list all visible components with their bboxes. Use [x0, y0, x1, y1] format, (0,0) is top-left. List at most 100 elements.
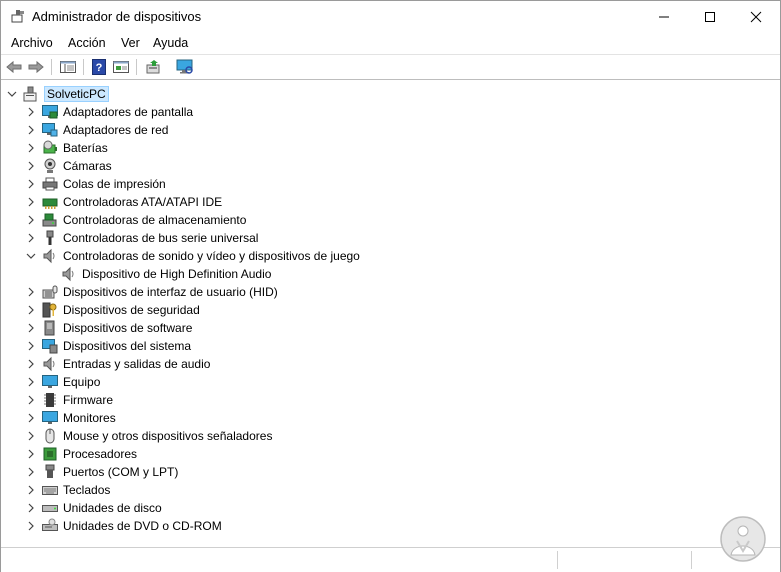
- chevron-right-icon[interactable]: [26, 103, 36, 121]
- speaker-icon: [42, 248, 58, 264]
- tree-item-colas-de-impresion[interactable]: Colas de impresión: [26, 175, 166, 193]
- tree-item-dispositivos-de-interfaz-de-usuario-hid[interactable]: Dispositivos de interfaz de usuario (HID…: [26, 283, 278, 301]
- tree-item-procesadores[interactable]: Procesadores: [26, 445, 137, 463]
- tree-item-dispositivos-del-sistema[interactable]: Dispositivos del sistema: [26, 337, 191, 355]
- chevron-right-icon[interactable]: [26, 517, 36, 535]
- tree-item-controladoras-de-almacenamiento[interactable]: Controladoras de almacenamiento: [26, 211, 246, 229]
- camera-icon: [42, 158, 58, 174]
- tree-item-label: Colas de impresión: [63, 177, 166, 191]
- tree-item-label: Unidades de disco: [63, 501, 162, 515]
- port-icon: [42, 464, 58, 480]
- chevron-right-icon[interactable]: [26, 175, 36, 193]
- chevron-right-icon[interactable]: [26, 139, 36, 157]
- tree-item-entradas-y-salidas-de-audio[interactable]: Entradas y salidas de audio: [26, 355, 210, 373]
- device-manager-icon: [11, 9, 25, 23]
- tree-item-unidades-de-dvd-o-cd-rom[interactable]: Unidades de DVD o CD-ROM: [26, 517, 222, 535]
- tree-item-teclados[interactable]: Teclados: [26, 481, 110, 499]
- hid-icon: [42, 284, 58, 300]
- scan-hardware-changes-button[interactable]: [176, 58, 194, 76]
- tree-item-label: Baterías: [63, 141, 108, 155]
- tree-item-label: Teclados: [63, 483, 111, 497]
- tree-item-monitores[interactable]: Monitores: [26, 409, 116, 427]
- chevron-right-icon[interactable]: [26, 355, 36, 373]
- properties-button[interactable]: [112, 58, 130, 76]
- help-button[interactable]: ?: [90, 58, 108, 76]
- tree-item-dispositivos-de-software[interactable]: Dispositivos de software: [26, 319, 192, 337]
- chevron-right-icon[interactable]: [26, 193, 36, 211]
- tree-item-camaras[interactable]: Cámaras: [26, 157, 112, 175]
- back-button[interactable]: [5, 58, 23, 76]
- device-tree[interactable]: SolveticPC Adaptadores de pantalla Adaptad…: [1, 85, 780, 545]
- maximize-button[interactable]: [687, 1, 733, 32]
- monitor-icon: [42, 410, 58, 426]
- tree-item-root[interactable]: SolveticPC: [7, 85, 109, 103]
- chevron-right-icon[interactable]: [26, 427, 36, 445]
- software-device-icon: [42, 320, 58, 336]
- chevron-right-icon[interactable]: [26, 283, 36, 301]
- chevron-right-icon[interactable]: [26, 373, 36, 391]
- tree-item-puertos-com-y-lpt[interactable]: Puertos (COM y LPT): [26, 463, 178, 481]
- chevron-right-icon[interactable]: [26, 319, 36, 337]
- tree-item-label: Controladoras ATA/ATAPI IDE: [63, 195, 223, 209]
- tree-item-controladoras-de-bus-serie-universal[interactable]: Controladoras de bus serie universal: [26, 229, 258, 247]
- tree-item-dispositivos-de-seguridad[interactable]: Dispositivos de seguridad: [26, 301, 200, 319]
- tree-item-label: Entradas y salidas de audio: [63, 357, 211, 371]
- show-hide-console-tree-button[interactable]: [59, 58, 77, 76]
- menu-accion[interactable]: Acción: [68, 36, 106, 50]
- chevron-right-icon[interactable]: [26, 463, 36, 481]
- chevron-right-icon[interactable]: [26, 499, 36, 517]
- tree-item-adaptadores-de-pantalla[interactable]: Adaptadores de pantalla: [26, 103, 193, 121]
- menu-ayuda[interactable]: Ayuda: [153, 36, 188, 50]
- chevron-right-icon[interactable]: [26, 121, 36, 139]
- tree-item-dispositivo-de-high-definition-audio[interactable]: Dispositivo de High Definition Audio: [45, 265, 271, 283]
- tree-item-label: Equipo: [63, 375, 101, 389]
- chevron-down-icon[interactable]: [7, 85, 17, 103]
- tree-item-label: Unidades de DVD o CD-ROM: [63, 519, 222, 533]
- forward-button[interactable]: [27, 58, 45, 76]
- computer-root-icon: [23, 86, 39, 102]
- chevron-right-icon[interactable]: [26, 409, 36, 427]
- chevron-right-icon[interactable]: [26, 229, 36, 247]
- display-adapter-icon: [42, 104, 58, 120]
- mouse-icon: [42, 428, 58, 444]
- tree-item-label: Controladoras de almacenamiento: [63, 213, 247, 227]
- tree-item-firmware[interactable]: Firmware: [26, 391, 113, 409]
- disk-drive-icon: [42, 500, 58, 516]
- tree-item-controladoras-de-sonido-y-video-y-dispositivos-de-juego[interactable]: Controladoras de sonido y vídeo y dispos…: [26, 247, 360, 265]
- usb-icon: [42, 230, 58, 246]
- chevron-right-icon[interactable]: [26, 211, 36, 229]
- minimize-button[interactable]: [641, 1, 687, 32]
- chevron-right-icon[interactable]: [26, 337, 36, 355]
- menu-bar: Archivo Acción Ver Ayuda: [1, 32, 780, 55]
- chevron-right-icon[interactable]: [26, 391, 36, 409]
- tree-item-label: SolveticPC: [44, 86, 109, 102]
- menu-archivo[interactable]: Archivo: [11, 36, 53, 50]
- chevron-right-icon[interactable]: [26, 445, 36, 463]
- tree-item-adaptadores-de-red[interactable]: Adaptadores de red: [26, 121, 168, 139]
- tree-item-label: Firmware: [63, 393, 113, 407]
- tree-item-mouse-y-otros-dispositivos-senaladores[interactable]: Mouse y otros dispositivos señaladores: [26, 427, 272, 445]
- tree-item-controladoras-ata-atapi-ide[interactable]: Controladoras ATA/ATAPI IDE: [26, 193, 222, 211]
- printer-icon: [42, 176, 58, 192]
- speaker-icon: [61, 266, 77, 282]
- chevron-right-icon[interactable]: [26, 301, 36, 319]
- dvd-drive-icon: [42, 518, 58, 534]
- tree-item-label: Procesadores: [63, 447, 138, 461]
- menu-ver[interactable]: Ver: [121, 36, 140, 50]
- close-button[interactable]: [733, 1, 779, 32]
- tree-item-unidades-de-disco[interactable]: Unidades de disco: [26, 499, 162, 517]
- chevron-right-icon[interactable]: [26, 481, 36, 499]
- chevron-down-icon[interactable]: [26, 247, 36, 265]
- tree-item-label: Monitores: [63, 411, 116, 425]
- toolbar: ?: [1, 55, 780, 80]
- update-driver-button[interactable]: [144, 58, 162, 76]
- processor-icon: [42, 446, 58, 462]
- title-bar[interactable]: Administrador de dispositivos: [1, 1, 780, 32]
- keyboard-icon: [42, 482, 58, 498]
- tree-item-label: Controladoras de sonido y vídeo y dispos…: [63, 249, 360, 263]
- chevron-right-icon[interactable]: [26, 157, 36, 175]
- tree-item-label: Adaptadores de pantalla: [63, 105, 194, 119]
- tree-item-equipo[interactable]: Equipo: [26, 373, 100, 391]
- tree-item-baterias[interactable]: Baterías: [26, 139, 108, 157]
- computer-icon: [42, 374, 58, 390]
